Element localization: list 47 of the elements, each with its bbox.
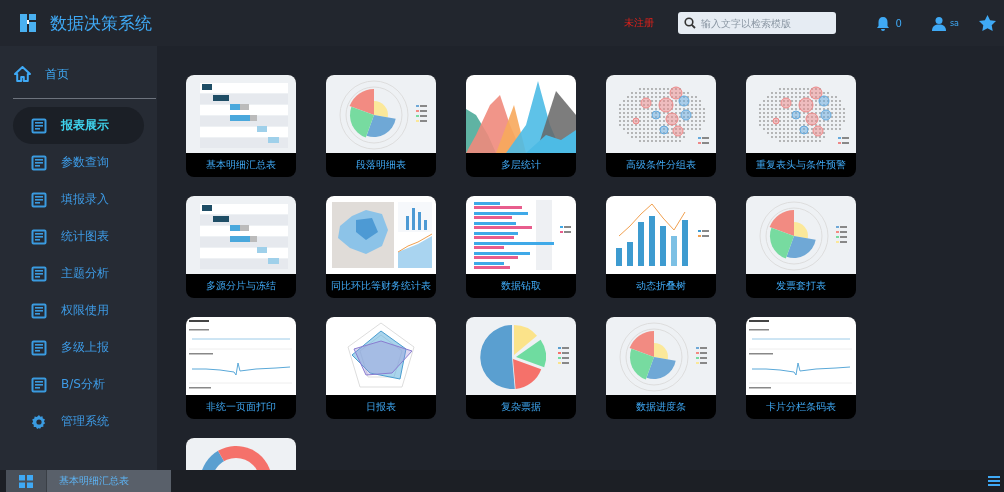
report-card[interactable]: 复杂票据 [466,317,576,419]
report-card[interactable]: 日报表 [326,317,436,419]
user-icon[interactable] [931,15,946,31]
sidebar-item[interactable]: 报表展示 [13,107,144,144]
sidebar-item[interactable]: 管理系统 [13,403,144,440]
grid-icon [19,474,33,488]
report-card[interactable]: 发票套打表 [746,196,856,298]
star-icon[interactable] [979,15,996,31]
report-card[interactable]: 数据进度条 [606,317,716,419]
document-icon [31,117,47,134]
bell-icon[interactable] [875,15,890,31]
sidebar-item[interactable]: 多级上报 [13,329,144,366]
sidebar-item[interactable]: 权限使用 [13,292,144,329]
sidebar-item[interactable]: 统计图表 [13,218,144,255]
report-card[interactable]: 段落明细表 [326,75,436,177]
report-card[interactable]: 高级条件分组表 [606,75,716,177]
document-icon [31,154,47,171]
document-icon [31,228,47,245]
home-link[interactable]: 首页 [6,64,69,84]
notification-count: 0 [895,17,902,29]
report-card[interactable]: 动态折叠树 [606,196,716,298]
settings-icon [31,413,47,430]
search-field[interactable]: 输入文字以检索模版 [677,12,836,34]
report-card[interactable]: 同比环比等财务统计表 [326,196,436,298]
report-card[interactable]: 基本明细汇总表 [186,75,296,177]
username[interactable]: sa [949,18,959,28]
logo-icon [18,12,38,34]
report-card[interactable]: 数据钻取 [466,196,576,298]
report-card[interactable]: 多源分片与冻结 [186,196,296,298]
start-button[interactable] [6,470,46,492]
search-icon [683,17,696,29]
sidebar-item[interactable]: 主题分析 [13,255,144,292]
report-card[interactable]: 多层统计 [466,75,576,177]
document-icon [31,265,47,282]
document-icon [31,339,47,356]
app-title: 数据决策系统 [50,11,152,35]
sidebar-item[interactable]: B/S分析 [13,366,144,403]
sidebar-item[interactable]: 参数查询 [13,144,144,181]
report-card[interactable]: 卡片分栏条码表 [746,317,856,419]
home-icon [14,66,31,82]
sidebar-item[interactable]: 填报录入 [13,181,144,218]
document-icon [31,376,47,393]
document-icon [31,191,47,208]
menu-icon[interactable] [988,476,1000,486]
document-icon [31,302,47,319]
report-card[interactable]: 重复表头与条件预警 [746,75,856,177]
report-card[interactable]: 非统一页面打印 [186,317,296,419]
